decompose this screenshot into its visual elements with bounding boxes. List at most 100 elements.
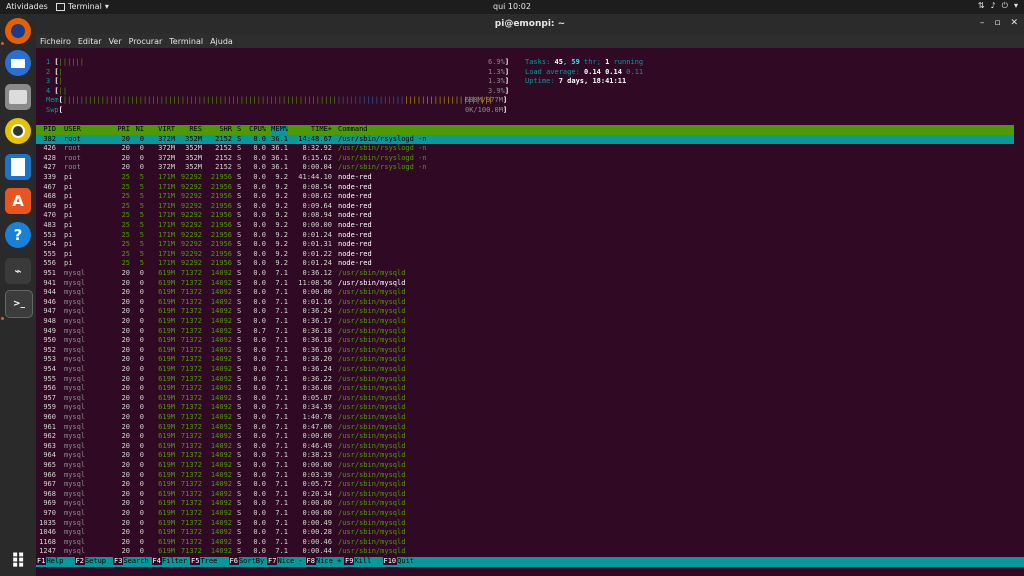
app-menu[interactable]: Terminal ▾ — [56, 2, 109, 11]
column-header-pid[interactable]: PID — [43, 125, 56, 135]
column-header-res[interactable]: RES — [189, 125, 202, 135]
process-row[interactable]: 966 mysql 20 0 619M 71372 14092 S 0.0 7.1 0:03.39 /… — [36, 471, 1014, 481]
process-row[interactable]: 470 pi 25 5 171M 92292 21956 S 0.0 9.2 0:08.94 node… — [36, 211, 1014, 221]
cell-s: S — [237, 470, 242, 479]
writer-icon[interactable] — [5, 154, 31, 180]
process-row[interactable]: 967 mysql 20 0 619M 71372 14092 S 0.0 7.1 0:05.72 /… — [36, 480, 1014, 490]
column-header-s[interactable]: S — [237, 125, 241, 135]
process-row[interactable]: 948 mysql 20 0 619M 71372 14092 S 0.0 7.1 0:36.17 /… — [36, 317, 1014, 327]
window-titlebar[interactable]: pi@emonpi: ~ – ▫ ✕ — [36, 14, 1024, 34]
process-row[interactable]: 962 mysql 20 0 619M 71372 14092 S 0.0 7.1 0:00.00 /… — [36, 432, 1014, 442]
menu-item-0[interactable]: Ficheiro — [40, 37, 71, 46]
process-row[interactable]: 483 pi 25 5 171M 92292 21956 S 0.0 9.2 0:00.00 node… — [36, 221, 1014, 231]
thunderbird-icon[interactable] — [5, 50, 31, 76]
system-monitor-icon[interactable]: ⌁ — [5, 258, 31, 284]
terminal-area[interactable]: 1 [|||||| 6.9%] 2 [| 1.3%] 3 [| 1.3%] 4 [|| 3.9… — [36, 48, 1024, 576]
column-header-cpu[interactable]: CPU% — [249, 125, 266, 135]
process-row[interactable]: 951 mysql 20 0 619M 71372 14092 S 0.0 7.1 0:36.12 /… — [36, 269, 1014, 279]
process-row[interactable]: 1168 mysql 20 0 619M 71372 14092 S 0.0 7.1 0:00.46… — [36, 538, 1014, 548]
process-row[interactable]: 957 mysql 20 0 619M 71372 14092 S 0.0 7.1 0:05.87 /… — [36, 394, 1014, 404]
process-row[interactable]: 961 mysql 20 0 619M 71372 14092 S 0.0 7.1 0:47.00 /… — [36, 423, 1014, 433]
maximize-icon[interactable]: ▫ — [994, 18, 1000, 28]
clock[interactable]: qui 10:02 — [0, 2, 1024, 11]
fkey-tree-button[interactable]: F5Tree — [190, 557, 217, 567]
process-row[interactable]: 468 pi 25 5 171M 92292 21956 S 0.0 9.2 0:08.62 node… — [36, 192, 1014, 202]
menu-item-1[interactable]: Editar — [78, 37, 102, 46]
system-tray[interactable]: ⇅ ♪ ⏻ ▾ — [978, 1, 1018, 11]
process-row[interactable]: 339 pi 25 5 171M 92292 21956 S 0.0 9.2 41:44.10 nod… — [36, 173, 1014, 183]
column-header-time[interactable]: TIME+ — [311, 125, 332, 135]
files-icon[interactable] — [5, 84, 31, 110]
apps-grid-icon[interactable]: ⠿ — [5, 548, 31, 574]
fkey-help-button[interactable]: F1Help — [36, 557, 63, 567]
process-row[interactable]: 944 mysql 20 0 619M 71372 14092 S 0.0 7.1 0:00.00 /… — [36, 288, 1014, 298]
process-row[interactable]: 427 root 20 0 372M 352M 2152 S 0.0 36.1 0:00.04/us… — [36, 163, 1014, 173]
menu-item-3[interactable]: Procurar — [129, 37, 163, 46]
process-row[interactable]: 956 mysql 20 0 619M 71372 14092 S 0.0 7.1 0:36.08 /… — [36, 384, 1014, 394]
fkey-search-button[interactable]: F3Search — [113, 557, 149, 567]
process-row[interactable]: 949 mysql 20 0 619M 71372 14092 S 0.7 7.1 0:36.18 /… — [36, 327, 1014, 337]
process-row[interactable]: 960 mysql 20 0 619M 71372 14092 S 0.0 7.1 1:40.78 /… — [36, 413, 1014, 423]
firefox-icon[interactable] — [5, 18, 31, 44]
fkey-label: Tree — [200, 557, 218, 565]
process-row[interactable]: 1035 mysql 20 0 619M 71372 14092 S 0.0 7.1 0:00.49… — [36, 519, 1014, 529]
menu-item-2[interactable]: Ver — [109, 37, 122, 46]
minimize-icon[interactable]: – — [980, 18, 985, 28]
process-row[interactable]: 953 mysql 20 0 619M 71372 14092 S 0.0 7.1 0:36.20 /… — [36, 355, 1014, 365]
process-row[interactable]: 428 root 20 0 372M 352M 2152 S 0.0 36.1 6:15.62/us… — [36, 154, 1014, 164]
menu-item-4[interactable]: Terminal — [169, 37, 203, 46]
column-header-mem[interactable]: MEM% — [271, 125, 288, 135]
cell-s: S — [237, 269, 242, 277]
process-row[interactable]: 1247 mysql 20 0 619M 71372 14092 S 0.0 7.1 0:00.44… — [36, 547, 1014, 557]
column-header-shr[interactable]: SHR — [219, 125, 232, 135]
fkey-filter-button[interactable]: F4Filter — [151, 557, 187, 567]
process-row[interactable]: 467 pi 25 5 171M 92292 21956 S 0.0 9.2 0:08.54 node… — [36, 183, 1014, 193]
process-row[interactable]: 1046 mysql 20 0 619M 71372 14092 S 0.0 7.1 0:00.28… — [36, 528, 1014, 538]
process-row[interactable]: 950 mysql 20 0 619M 71372 14092 S 0.0 7.1 0:36.18 /… — [36, 336, 1014, 346]
menu-item-5[interactable]: Ajuda — [210, 37, 233, 46]
bracket: [ — [50, 58, 59, 66]
fkey-kill-button[interactable]: F9Kill — [344, 557, 371, 567]
process-row[interactable]: 952 mysql 20 0 619M 71372 14092 S 0.0 7.1 0:36.10 /… — [36, 346, 1014, 356]
process-row[interactable]: 965 mysql 20 0 619M 71372 14092 S 0.0 7.1 0:00.00 /… — [36, 461, 1014, 471]
fkey-quit-button[interactable]: F10Quit — [382, 557, 414, 567]
process-row[interactable]: 954 mysql 20 0 619M 71372 14092 S 0.0 7.1 0:36.24 /… — [36, 365, 1014, 375]
column-header-ni[interactable]: NI — [136, 125, 144, 135]
fkey-sortby-button[interactable]: F6SortBy — [228, 557, 264, 567]
rhythmbox-icon[interactable] — [5, 118, 31, 144]
process-row[interactable]: 382 root 20 0 372M 352M 2152 S 0.0 36.1 14:48.67/u… — [36, 134, 1014, 145]
process-row[interactable]: 963 mysql 20 0 619M 71372 14092 S 0.0 7.1 0:46.49 /… — [36, 442, 1014, 452]
cell-virt: 171M — [158, 192, 175, 201]
software-icon[interactable]: A — [5, 188, 31, 214]
process-row[interactable]: 968 mysql 20 0 619M 71372 14092 S 0.0 7.1 0:20.34 /… — [36, 490, 1014, 500]
process-row[interactable]: 947 mysql 20 0 619M 71372 14092 S 0.0 7.1 0:36.24 /… — [36, 307, 1014, 317]
cell-virt: 171M — [158, 173, 175, 181]
process-table-header[interactable]: PID USER PRI NI VIRT RES SHR S CPU% MEM% TIME+ Comm… — [36, 125, 1014, 135]
process-row[interactable]: 941 mysql 20 0 619M 71372 14092 S 0.0 7.1 11:08.56… — [36, 279, 1014, 289]
help-icon[interactable]: ? — [5, 222, 31, 248]
cell-pri: 20 — [121, 374, 130, 383]
process-row[interactable]: 553 pi 25 5 171M 92292 21956 S 0.0 9.2 0:01.24 node… — [36, 231, 1014, 241]
process-row[interactable]: 964 mysql 20 0 619M 71372 14092 S 0.0 7.1 0:38.23 /… — [36, 451, 1014, 461]
fkey-setup-button[interactable]: F2Setup — [74, 557, 106, 567]
activities-button[interactable]: Atividades — [6, 2, 48, 11]
fkey-nice-button[interactable]: F8Nice + — [305, 557, 341, 567]
process-row[interactable]: 969 mysql 20 0 619M 71372 14092 S 0.0 7.1 0:00.00 /… — [36, 499, 1014, 509]
column-header-virt[interactable]: VIRT — [158, 125, 175, 135]
terminal-icon[interactable]: >_ — [5, 290, 33, 318]
process-row[interactable]: 946 mysql 20 0 619M 71372 14092 S 0.0 7.1 0:01.16 /… — [36, 298, 1014, 308]
close-icon[interactable]: ✕ — [1010, 18, 1018, 28]
column-header-pri[interactable]: PRI — [117, 125, 130, 135]
process-row[interactable]: 959 mysql 20 0 619M 71372 14092 S 0.0 7.1 0:34.39 /… — [36, 403, 1014, 413]
fkey-nice-button[interactable]: F7Nice - — [267, 557, 303, 567]
column-header-cmd[interactable]: Command — [338, 125, 368, 135]
process-row[interactable]: 955 mysql 20 0 619M 71372 14092 S 0.0 7.1 0:36.22 /… — [36, 375, 1014, 385]
process-row[interactable]: 555 pi 25 5 171M 92292 21956 S 0.0 9.2 0:01.22 node… — [36, 250, 1014, 260]
column-header-user[interactable]: USER — [64, 125, 81, 135]
cell-s: S — [237, 451, 242, 460]
process-row[interactable]: 970 mysql 20 0 619M 71372 14092 S 0.0 7.1 0:00.00 /… — [36, 509, 1014, 519]
process-row[interactable]: 556 pi 25 5 171M 92292 21956 S 0.0 9.2 0:01.24 node… — [36, 259, 1014, 269]
process-row[interactable]: 469 pi 25 5 171M 92292 21956 S 0.0 9.2 0:09.64 node… — [36, 202, 1014, 212]
process-row[interactable]: 554 pi 25 5 171M 92292 21956 S 0.0 9.2 0:01.31 node… — [36, 240, 1014, 250]
process-row[interactable]: 426 root 20 0 372M 352M 2152 S 0.0 36.1 8:32.92/us… — [36, 144, 1014, 154]
